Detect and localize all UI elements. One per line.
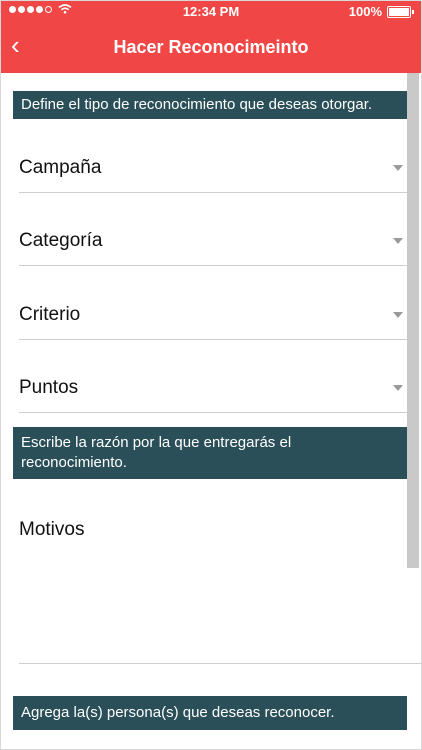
type-prompt-banner: Define el tipo de reconocimiento que des… [13, 91, 407, 119]
reason-prompt-banner: Escribe la razón por la que entregarás e… [13, 427, 407, 479]
category-select[interactable]: Categoría [19, 216, 407, 266]
chevron-down-icon [393, 238, 403, 244]
app-frame: 12:34 PM 100% ‹ Hacer Reconocimeinto Def… [0, 0, 422, 750]
status-bar: 12:34 PM 100% [1, 1, 421, 23]
battery-icon [387, 5, 414, 18]
page-title: Hacer Reconocimeinto [113, 37, 309, 57]
campaign-label: Campaña [19, 157, 102, 178]
chevron-down-icon [393, 312, 403, 318]
reasons-underline [19, 663, 421, 664]
top-bar: 12:34 PM 100% ‹ Hacer Reconocimeinto [1, 1, 421, 73]
criterion-label: Criterio [19, 304, 81, 325]
category-label: Categoría [19, 230, 103, 251]
battery-group: 100% [348, 4, 414, 19]
people-prompt-banner: Agrega la(s) persona(s) que deseas recon… [13, 696, 407, 730]
points-label: Puntos [19, 377, 79, 398]
navigation-bar: ‹ Hacer Reconocimeinto [1, 23, 421, 73]
chevron-down-icon [393, 385, 403, 391]
campaign-select[interactable]: Campaña [19, 143, 407, 193]
scrollbar[interactable] [407, 73, 419, 568]
chevron-down-icon [393, 165, 403, 171]
form-content[interactable]: Define el tipo de reconocimiento que des… [1, 73, 421, 749]
criterion-select[interactable]: Criterio [19, 290, 407, 340]
points-select[interactable]: Puntos [19, 363, 407, 413]
reasons-textarea[interactable]: Motivos [19, 519, 84, 541]
battery-percent: 100% [348, 4, 382, 19]
